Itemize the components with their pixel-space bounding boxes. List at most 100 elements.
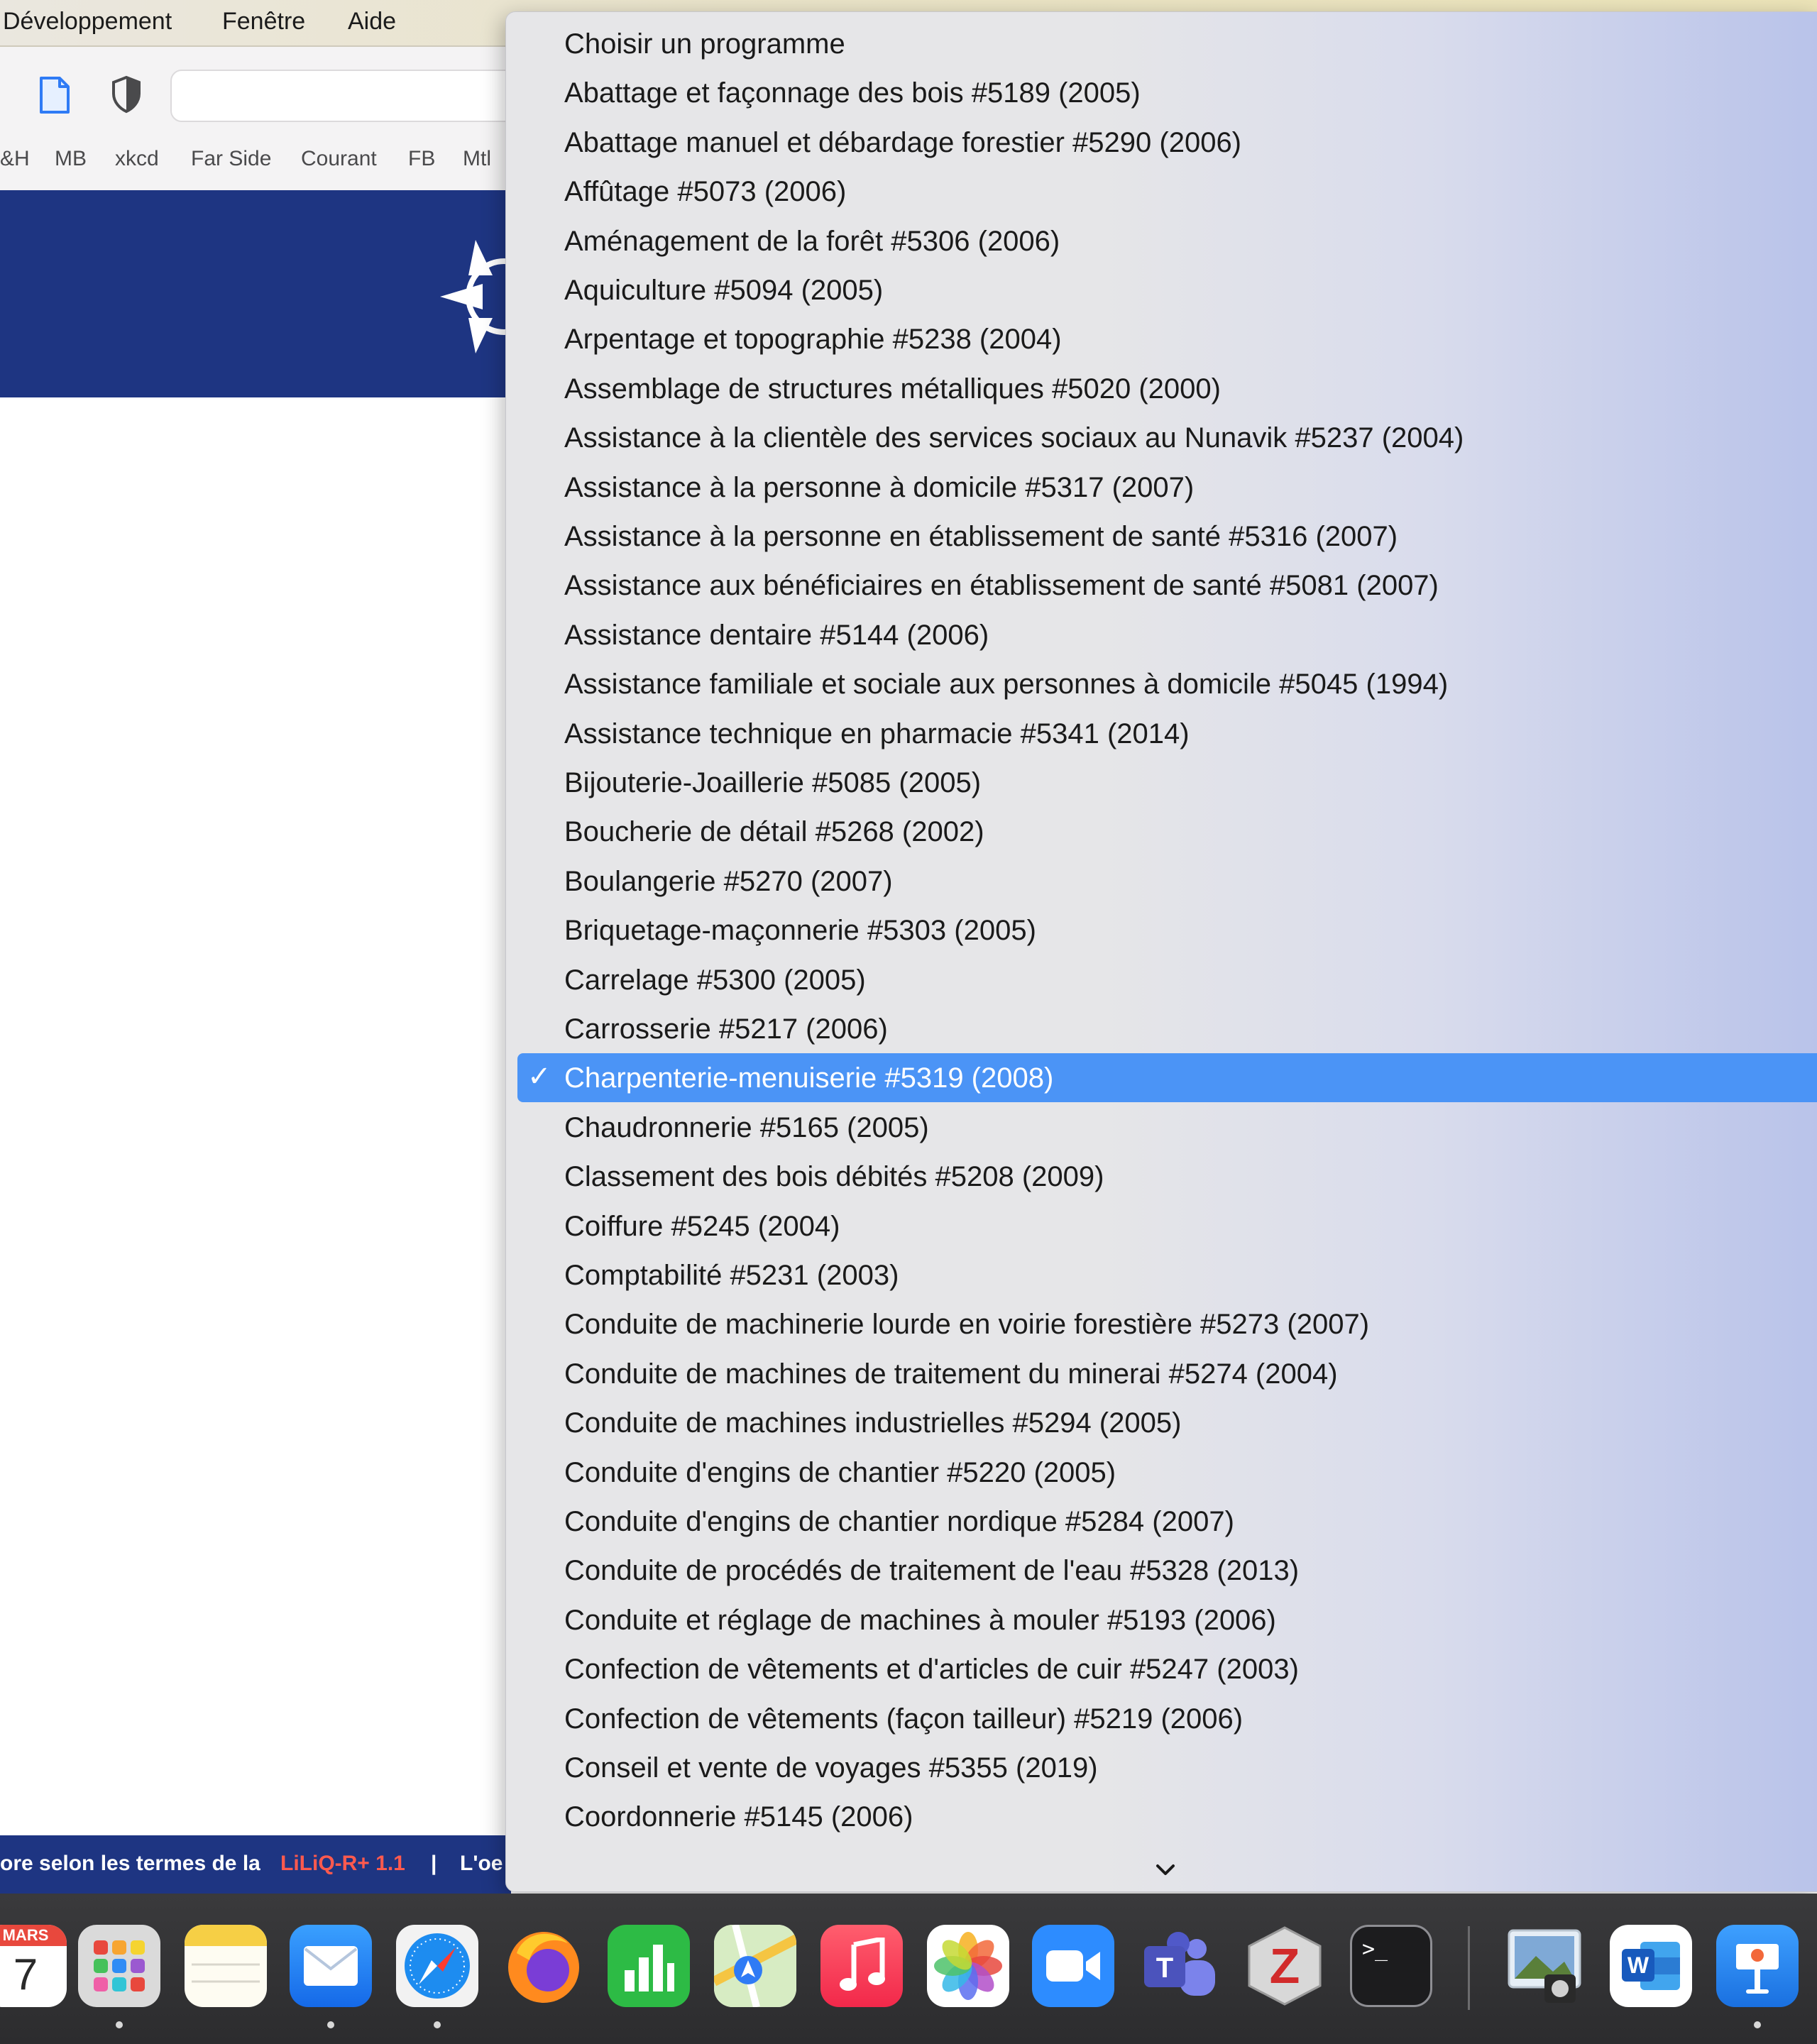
option-item[interactable]: Abattage et façonnage des bois #5189 (20… bbox=[517, 68, 1817, 117]
option-item[interactable]: Coordonnerie #5145 (2006) bbox=[517, 1792, 1817, 1841]
music-app[interactable] bbox=[820, 1925, 903, 2007]
bookmark-mb[interactable]: MB bbox=[55, 146, 87, 172]
maps-app[interactable] bbox=[714, 1925, 796, 2007]
bookmark-far-side[interactable]: Far Side bbox=[191, 146, 271, 172]
menu-developpement[interactable]: Développement bbox=[3, 6, 172, 37]
option-item[interactable]: Carrelage #5300 (2005) bbox=[517, 955, 1817, 1004]
zotero-app[interactable]: Z bbox=[1244, 1925, 1326, 2007]
option-item[interactable]: Conduite de procédés de traitement de l'… bbox=[517, 1546, 1817, 1595]
option-item[interactable]: Assemblage de structures métalliques #50… bbox=[517, 364, 1817, 413]
option-item[interactable]: Briquetage-maçonnerie #5303 (2005) bbox=[517, 906, 1817, 955]
option-item[interactable]: Assistance familiale et sociale aux pers… bbox=[517, 659, 1817, 708]
option-item[interactable]: Conduite d'engins de chantier #5220 (200… bbox=[517, 1448, 1817, 1497]
teams-app[interactable]: T bbox=[1137, 1925, 1219, 2007]
option-label: Boulangerie #5270 (2007) bbox=[564, 865, 893, 897]
option-item[interactable]: Coiffure #5245 (2004) bbox=[517, 1202, 1817, 1251]
option-item[interactable]: Assistance à la clientèle des services s… bbox=[517, 413, 1817, 462]
option-item[interactable]: Assistance technique en pharmacie #5341 … bbox=[517, 709, 1817, 758]
page-banner bbox=[0, 190, 525, 397]
option-label: Conduite d'engins de chantier #5220 (200… bbox=[564, 1456, 1116, 1488]
option-label: Assistance aux bénéficiaires en établiss… bbox=[564, 570, 1439, 602]
option-label: Conseil et vente de voyages #5355 (2019) bbox=[564, 1752, 1098, 1784]
option-item[interactable]: Comptabilité #5231 (2003) bbox=[517, 1251, 1817, 1300]
option-label: Abattage manuel et débardage forestier #… bbox=[564, 126, 1242, 158]
option-label: Conduite de machinerie lourde en voirie … bbox=[564, 1309, 1370, 1341]
bookmark-fb[interactable]: FB bbox=[408, 146, 435, 172]
option-item[interactable]: Conduite de machinerie lourde en voirie … bbox=[517, 1300, 1817, 1348]
preview-app[interactable] bbox=[1503, 1925, 1586, 2007]
dock-divider bbox=[1468, 1926, 1470, 2010]
page-icon[interactable] bbox=[38, 75, 71, 119]
option-label: Arpentage et topographie #5238 (2004) bbox=[564, 324, 1062, 356]
option-item[interactable]: Arpentage et topographie #5238 (2004) bbox=[517, 314, 1817, 363]
liliq-license-link[interactable]: LiLiQ-R+ 1.1 bbox=[280, 1851, 405, 1877]
option-label: Assistance technique en pharmacie #5341 … bbox=[564, 718, 1190, 749]
option-item[interactable]: Assistance à la personne à domicile #531… bbox=[517, 463, 1817, 512]
video-camera-icon bbox=[1046, 1950, 1100, 1982]
option-label: Briquetage-maçonnerie #5303 (2005) bbox=[564, 915, 1036, 947]
option-label: Coordonnerie #5145 (2006) bbox=[564, 1801, 913, 1833]
option-item[interactable]: Classement des bois débités #5208 (2009) bbox=[517, 1152, 1817, 1201]
mail-app[interactable] bbox=[290, 1925, 372, 2007]
svg-text:Z: Z bbox=[1270, 1938, 1300, 1994]
option-label: Comptabilité #5231 (2003) bbox=[564, 1260, 899, 1291]
option-item[interactable]: Aménagement de la forêt #5306 (2006) bbox=[517, 216, 1817, 265]
notes-icon bbox=[185, 1925, 267, 1983]
safari-app[interactable] bbox=[396, 1925, 478, 2007]
option-item[interactable]: Chaudronnerie #5165 (2005) bbox=[517, 1103, 1817, 1152]
option-item[interactable]: Boucherie de détail #5268 (2002) bbox=[517, 807, 1817, 856]
option-label: Choisir un programme bbox=[564, 28, 845, 60]
address-bar[interactable] bbox=[170, 70, 542, 122]
firefox-app[interactable] bbox=[503, 1925, 585, 2007]
option-item[interactable]: Conseil et vente de voyages #5355 (2019) bbox=[517, 1743, 1817, 1792]
option-item[interactable]: Conduite et réglage de machines à mouler… bbox=[517, 1595, 1817, 1644]
bookmark-xkcd[interactable]: xkcd bbox=[115, 146, 159, 172]
option-item[interactable]: Conduite de machines industrielles #5294… bbox=[517, 1398, 1817, 1447]
option-label: Aménagement de la forêt #5306 (2006) bbox=[564, 225, 1060, 257]
option-item[interactable]: Aquiculture #5094 (2005) bbox=[517, 265, 1817, 314]
scroll-down-chevron-icon[interactable] bbox=[1155, 1863, 1176, 1877]
option-label: Assemblage de structures métalliques #50… bbox=[564, 373, 1221, 405]
option-label: Conduite de machines de traitement du mi… bbox=[564, 1358, 1338, 1390]
menu-fenetre[interactable]: Fenêtre bbox=[222, 6, 305, 37]
option-label: Assistance à la personne en établissemen… bbox=[564, 521, 1398, 552]
word-app[interactable]: W bbox=[1610, 1925, 1692, 2007]
option-item[interactable]: Affûtage #5073 (2006) bbox=[517, 167, 1817, 216]
notes-app[interactable] bbox=[185, 1925, 267, 2007]
option-label: Affûtage #5073 (2006) bbox=[564, 176, 847, 208]
option-item[interactable]: Bijouterie-Joaillerie #5085 (2005) bbox=[517, 758, 1817, 807]
option-item[interactable]: Conduite de machines de traitement du mi… bbox=[517, 1349, 1817, 1398]
option-item[interactable]: Assistance aux bénéficiaires en établiss… bbox=[517, 561, 1817, 610]
shield-icon[interactable] bbox=[111, 75, 142, 117]
keynote-app[interactable] bbox=[1716, 1925, 1799, 2007]
launchpad-app[interactable] bbox=[78, 1925, 160, 2007]
option-item[interactable]: Confection de vêtements (façon tailleur)… bbox=[517, 1694, 1817, 1743]
zoom-app[interactable] bbox=[1032, 1925, 1114, 2007]
footer-text: ore selon les termes de la bbox=[0, 1852, 260, 1875]
page-body bbox=[0, 397, 511, 1838]
photos-icon bbox=[934, 1932, 1002, 2000]
teams-icon: T bbox=[1144, 1932, 1215, 1996]
calendar-app[interactable]: MARS 7 bbox=[0, 1925, 67, 2007]
option-label: Carrelage #5300 (2005) bbox=[564, 964, 866, 996]
option-item[interactable]: Boulangerie #5270 (2007) bbox=[517, 857, 1817, 906]
option-placeholder[interactable]: Choisir un programme bbox=[517, 19, 1817, 68]
option-item[interactable]: ✓ Charpenterie-menuiserie #5319 (2008) bbox=[517, 1053, 1817, 1103]
bookmark-mtl[interactable]: Mtl bbox=[463, 146, 491, 172]
option-item[interactable]: Conduite d'engins de chantier nordique #… bbox=[517, 1497, 1817, 1546]
program-select-dropdown[interactable]: Choisir un programme Abattage et façonnag… bbox=[505, 11, 1817, 1892]
bookmark-courant[interactable]: Courant bbox=[301, 146, 377, 172]
menu-aide[interactable]: Aide bbox=[348, 6, 396, 37]
option-label: Conduite d'engins de chantier nordique #… bbox=[564, 1506, 1234, 1537]
svg-text:W: W bbox=[1627, 1952, 1649, 1978]
option-item[interactable]: Assistance dentaire #5144 (2006) bbox=[517, 610, 1817, 659]
zotero-icon: Z bbox=[1248, 1926, 1322, 2006]
terminal-app[interactable]: >_ bbox=[1350, 1925, 1432, 2007]
bookmark-h[interactable]: &H bbox=[0, 146, 30, 172]
option-item[interactable]: Assistance à la personne en établissemen… bbox=[517, 512, 1817, 561]
option-item[interactable]: Carrosserie #5217 (2006) bbox=[517, 1004, 1817, 1053]
numbers-app[interactable] bbox=[608, 1925, 690, 2007]
option-item[interactable]: Abattage manuel et débardage forestier #… bbox=[517, 118, 1817, 167]
option-item[interactable]: Confection de vêtements et d'articles de… bbox=[517, 1644, 1817, 1693]
photos-app[interactable] bbox=[927, 1925, 1009, 2007]
